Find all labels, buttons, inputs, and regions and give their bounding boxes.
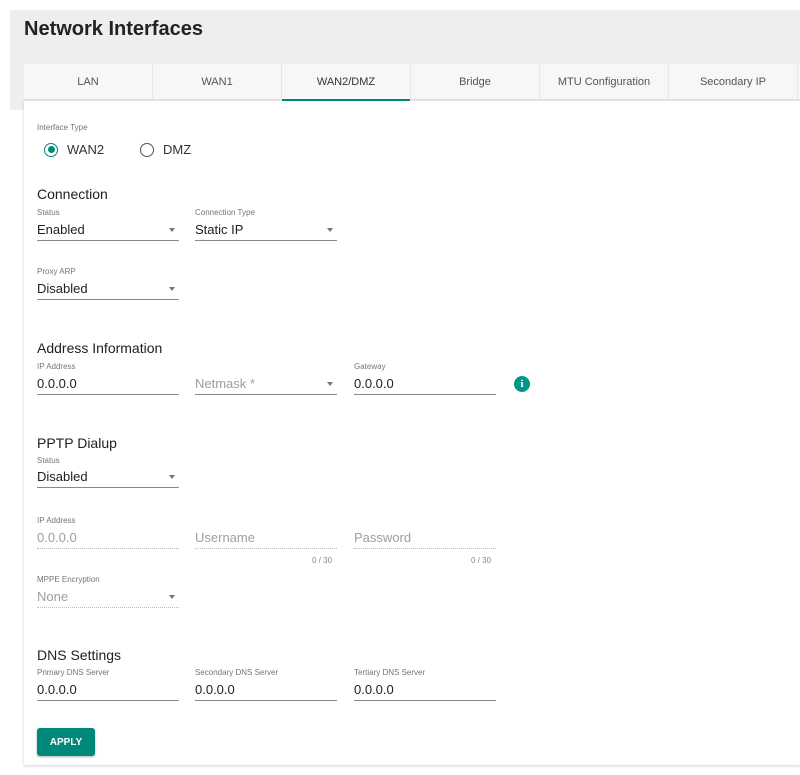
tab-secondary-ip[interactable]: Secondary IP [669, 64, 798, 100]
connection-title: Connection [37, 186, 108, 202]
primary-dns-input[interactable]: 0.0.0.0 [37, 679, 179, 701]
apply-button[interactable]: APPLY [37, 728, 95, 756]
tertiary-dns-label: Tertiary DNS Server [354, 668, 426, 677]
radio-dmz[interactable]: DMZ [140, 142, 191, 157]
connection-type-label: Connection Type [195, 208, 255, 217]
primary-dns-label: Primary DNS Server [37, 668, 110, 677]
password-char-counter: 0 / 30 [471, 556, 492, 565]
pptp-username-input[interactable]: Username [195, 527, 337, 549]
radio-dmz-label: DMZ [163, 142, 192, 157]
proxy-arp-select[interactable]: Disabled [37, 278, 179, 300]
dns-settings-title: DNS Settings [37, 647, 122, 663]
connection-status-select[interactable]: Enabled [37, 219, 179, 241]
mppe-encryption-label: MPPE Encryption [37, 575, 100, 584]
chevron-down-icon [169, 594, 175, 599]
settings-card [24, 101, 800, 765]
chevron-down-icon [327, 227, 333, 232]
ip-address-label: IP Address [37, 362, 76, 371]
gateway-input[interactable]: 0.0.0.0 [354, 373, 496, 395]
interface-type-label: Interface Type [37, 123, 88, 132]
tab-bar: LAN WAN1 WAN2/DMZ Bridge MTU Configurati… [24, 64, 800, 101]
page-title: Network Interfaces [24, 18, 203, 40]
info-icon[interactable]: i [514, 376, 530, 392]
pptp-status-label: Status [37, 456, 60, 465]
tab-wan2-dmz[interactable]: WAN2/DMZ [282, 64, 411, 101]
chevron-down-icon [169, 227, 175, 232]
secondary-dns-input[interactable]: 0.0.0.0 [195, 679, 337, 701]
pptp-status-select[interactable]: Disabled [37, 466, 179, 488]
pptp-password-input[interactable]: Password [354, 527, 496, 549]
pptp-dialup-title: PPTP Dialup [37, 435, 117, 451]
radio-unchecked-icon [140, 142, 154, 157]
connection-type-select[interactable]: Static IP [195, 219, 337, 241]
radio-wan2-label: WAN2 [67, 142, 105, 157]
tab-bridge[interactable]: Bridge [411, 64, 540, 100]
tertiary-dns-input[interactable]: 0.0.0.0 [354, 679, 496, 701]
connection-status-label: Status [37, 208, 60, 217]
mppe-encryption-select[interactable]: None [37, 586, 179, 608]
pptp-ip-address-label: IP Address [37, 516, 76, 525]
gateway-label: Gateway [354, 362, 386, 371]
netmask-select[interactable]: Netmask * [195, 373, 337, 395]
username-char-counter: 0 / 30 [312, 556, 333, 565]
pptp-ip-address-input[interactable]: 0.0.0.0 [37, 527, 179, 549]
address-information-title: Address Information [37, 340, 163, 356]
radio-wan2[interactable]: WAN2 [44, 142, 104, 157]
tab-lan[interactable]: LAN [24, 64, 153, 100]
ip-address-input[interactable]: 0.0.0.0 [37, 373, 179, 395]
chevron-down-icon [169, 286, 175, 291]
tab-mtu-configuration[interactable]: MTU Configuration [540, 64, 669, 100]
proxy-arp-label: Proxy ARP [37, 267, 76, 276]
secondary-dns-label: Secondary DNS Server [195, 668, 279, 677]
chevron-down-icon [169, 474, 175, 479]
chevron-down-icon [327, 381, 333, 386]
tab-wan1[interactable]: WAN1 [153, 64, 282, 100]
radio-checked-icon [44, 142, 58, 157]
